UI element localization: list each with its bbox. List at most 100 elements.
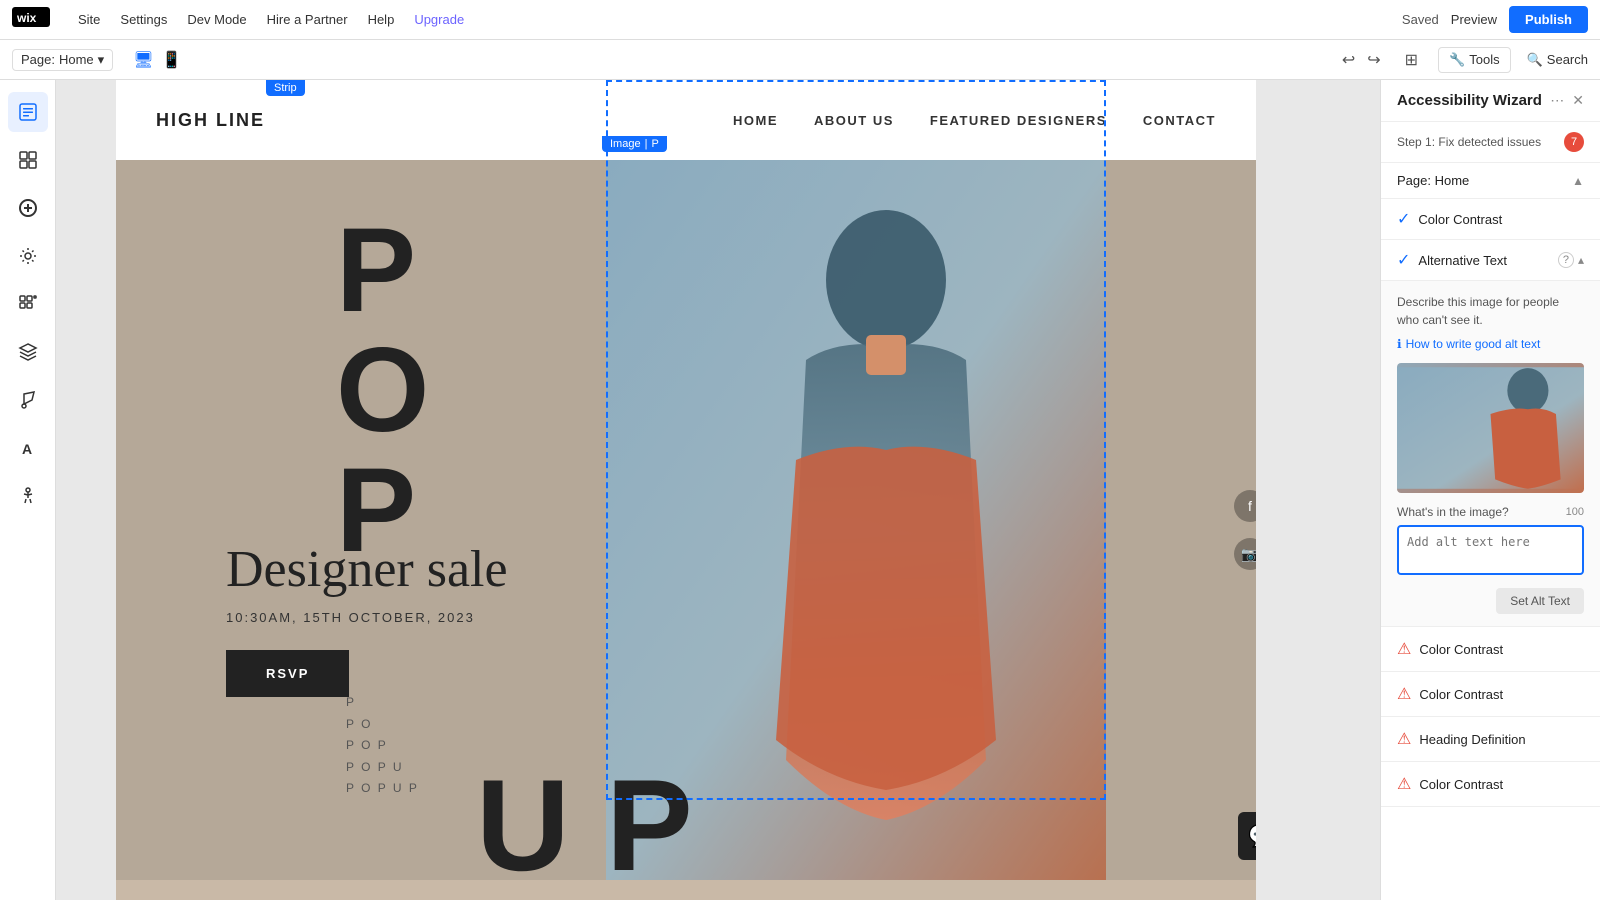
sidebar-icon-pages[interactable] xyxy=(8,92,48,132)
event-date: 10:30AM, 15TH OCTOBER, 2023 xyxy=(226,610,475,625)
color-contrast-4-section[interactable]: ⚠ Color Contrast xyxy=(1381,762,1600,807)
search-label: Search xyxy=(1547,52,1588,67)
chevron-alt-icon: ▴ xyxy=(1578,253,1584,267)
menu-hire[interactable]: Hire a Partner xyxy=(267,12,348,27)
main-area: A Strip Image | P HIGH LINE HOME ABOUT U… xyxy=(0,80,1600,900)
search-button[interactable]: 🔍 Search xyxy=(1527,52,1588,68)
alt-description: Describe this image for people who can't… xyxy=(1397,293,1584,329)
error-icon-4: ⚠ xyxy=(1397,774,1411,794)
help-icon-alt[interactable]: ? xyxy=(1558,252,1574,268)
how-to-label: How to write good alt text xyxy=(1406,337,1541,351)
website-canvas: HIGH LINE HOME ABOUT US FEATURED DESIGNE… xyxy=(116,80,1256,900)
strip-label: Strip xyxy=(266,80,305,96)
menu-settings[interactable]: Settings xyxy=(120,12,167,27)
menu-upgrade[interactable]: Upgrade xyxy=(414,12,464,27)
color-contrast-1-section[interactable]: ✓ Color Contrast xyxy=(1381,199,1600,240)
close-icon[interactable]: ✕ xyxy=(1572,92,1584,109)
set-alt-button[interactable]: Set Alt Text xyxy=(1496,588,1584,614)
page-section-title: Page: Home xyxy=(1397,173,1469,188)
sidebar-icon-layers[interactable] xyxy=(8,332,48,372)
char-count: 100 xyxy=(1566,506,1584,518)
color-contrast-3-row: ⚠ Color Contrast xyxy=(1397,684,1584,704)
svg-text:wix: wix xyxy=(16,11,37,25)
menu-site[interactable]: Site xyxy=(78,12,100,27)
what-in-image-row: What's in the image? 100 xyxy=(1397,505,1584,519)
alt-text-header[interactable]: ✓ Alternative Text ? ▴ xyxy=(1397,250,1584,270)
popup-text: P P O P O P P O P U P O P U P xyxy=(346,692,419,800)
menu-help[interactable]: Help xyxy=(368,12,395,27)
check-icon-1: ✓ xyxy=(1397,209,1410,229)
nav-featured[interactable]: FEATURED DESIGNERS xyxy=(930,113,1107,128)
image-preview xyxy=(1397,363,1584,493)
preview-button[interactable]: Preview xyxy=(1451,12,1497,27)
menu-devmode[interactable]: Dev Mode xyxy=(187,12,246,27)
pop-text: P O P xyxy=(336,210,425,570)
color-contrast-4-row: ⚠ Color Contrast xyxy=(1397,774,1584,794)
more-icon[interactable]: ⋯ xyxy=(1550,92,1564,109)
nav-contact[interactable]: CONTACT xyxy=(1143,113,1216,128)
topbar-right: Saved Preview Publish xyxy=(1402,6,1588,33)
toolbar-right: ↩ ↪ ⊞ 🔧 Tools 🔍 Search xyxy=(1338,46,1588,74)
heading-definition-label: Heading Definition xyxy=(1419,732,1525,747)
grid-icon-button[interactable]: ⊞ xyxy=(1401,46,1422,74)
panel-header-icons: ⋯ ✕ xyxy=(1550,92,1584,109)
heading-definition-section[interactable]: ⚠ Heading Definition xyxy=(1381,717,1600,762)
color-contrast-2-label: Color Contrast xyxy=(1419,642,1503,657)
redo-button[interactable]: ↪ xyxy=(1363,46,1384,74)
error-icon-heading: ⚠ xyxy=(1397,729,1411,749)
saved-label: Saved xyxy=(1402,12,1439,27)
top-menubar: wix Site Settings Dev Mode Hire a Partne… xyxy=(0,0,1600,40)
facebook-icon[interactable]: f xyxy=(1234,490,1256,522)
search-icon: 🔍 xyxy=(1527,52,1543,68)
sidebar-icon-accessibility[interactable] xyxy=(8,476,48,516)
social-icons: f 📷 xyxy=(1234,490,1256,570)
sidebar-icon-themes[interactable] xyxy=(8,236,48,276)
color-contrast-2-section[interactable]: ⚠ Color Contrast xyxy=(1381,627,1600,672)
page-section[interactable]: Page: Home ▲ xyxy=(1381,163,1600,199)
page-selector[interactable]: Page: Home ▾ xyxy=(12,49,113,71)
color-contrast-3-section[interactable]: ⚠ Color Contrast xyxy=(1381,672,1600,717)
sidebar-icon-apps[interactable] xyxy=(8,284,48,324)
color-contrast-4-label: Color Contrast xyxy=(1419,777,1503,792)
undo-button[interactable]: ↩ xyxy=(1338,46,1359,74)
up-text: U P xyxy=(476,770,693,881)
alt-text-section-header[interactable]: ✓ Alternative Text ? ▴ xyxy=(1381,240,1600,281)
page-section-header[interactable]: Page: Home ▲ xyxy=(1397,173,1584,188)
desktop-icon[interactable]: 🖥 xyxy=(133,50,153,70)
chevron-up-icon: ▲ xyxy=(1572,174,1584,188)
nav-about[interactable]: ABOUT US xyxy=(814,113,894,128)
info-icon: ℹ xyxy=(1397,337,1402,351)
panel-step: Step 1: Fix detected issues 7 xyxy=(1381,122,1600,163)
check-icon-alt: ✓ xyxy=(1397,250,1410,270)
color-contrast-1-header[interactable]: ✓ Color Contrast xyxy=(1397,209,1584,229)
right-panel: Accessibility Wizard ⋯ ✕ Step 1: Fix det… xyxy=(1380,80,1600,900)
sidebar-icon-elements[interactable] xyxy=(8,140,48,180)
panel-header: Accessibility Wizard ⋯ ✕ xyxy=(1381,80,1600,122)
device-icons: 🖥 📱 xyxy=(133,50,181,70)
site-nav-links: HOME ABOUT US FEATURED DESIGNERS CONTACT xyxy=(733,113,1216,128)
publish-button[interactable]: Publish xyxy=(1509,6,1588,33)
tools-label: Tools xyxy=(1469,52,1499,67)
chat-button[interactable]: 💬 xyxy=(1238,812,1256,860)
mobile-icon[interactable]: 📱 xyxy=(162,50,182,70)
how-to-link[interactable]: ℹ How to write good alt text xyxy=(1397,337,1584,351)
tools-button[interactable]: 🔧 Tools xyxy=(1438,47,1511,73)
alt-text-row: ✓ Alternative Text xyxy=(1397,250,1507,270)
alt-text-input[interactable] xyxy=(1397,525,1584,575)
color-contrast-2-row: ⚠ Color Contrast xyxy=(1397,639,1584,659)
svg-text:A: A xyxy=(22,441,32,457)
sidebar-icon-text[interactable]: A xyxy=(8,428,48,468)
color-contrast-1-label: Color Contrast xyxy=(1418,212,1502,227)
page-name: Home xyxy=(59,52,94,67)
site-logo: HIGH LINE xyxy=(156,110,265,131)
instagram-icon[interactable]: 📷 xyxy=(1234,538,1256,570)
chevron-down-icon: ▾ xyxy=(98,52,105,68)
sidebar-icon-add[interactable] xyxy=(8,188,48,228)
nav-home[interactable]: HOME xyxy=(733,113,778,128)
hero-section: P O P xyxy=(116,160,1256,880)
rsvp-button[interactable]: RSVP xyxy=(226,650,349,697)
sidebar-icon-paint[interactable] xyxy=(8,380,48,420)
page-label: Page: xyxy=(21,52,55,67)
wix-logo: wix xyxy=(12,7,50,32)
left-sidebar: A xyxy=(0,80,56,900)
